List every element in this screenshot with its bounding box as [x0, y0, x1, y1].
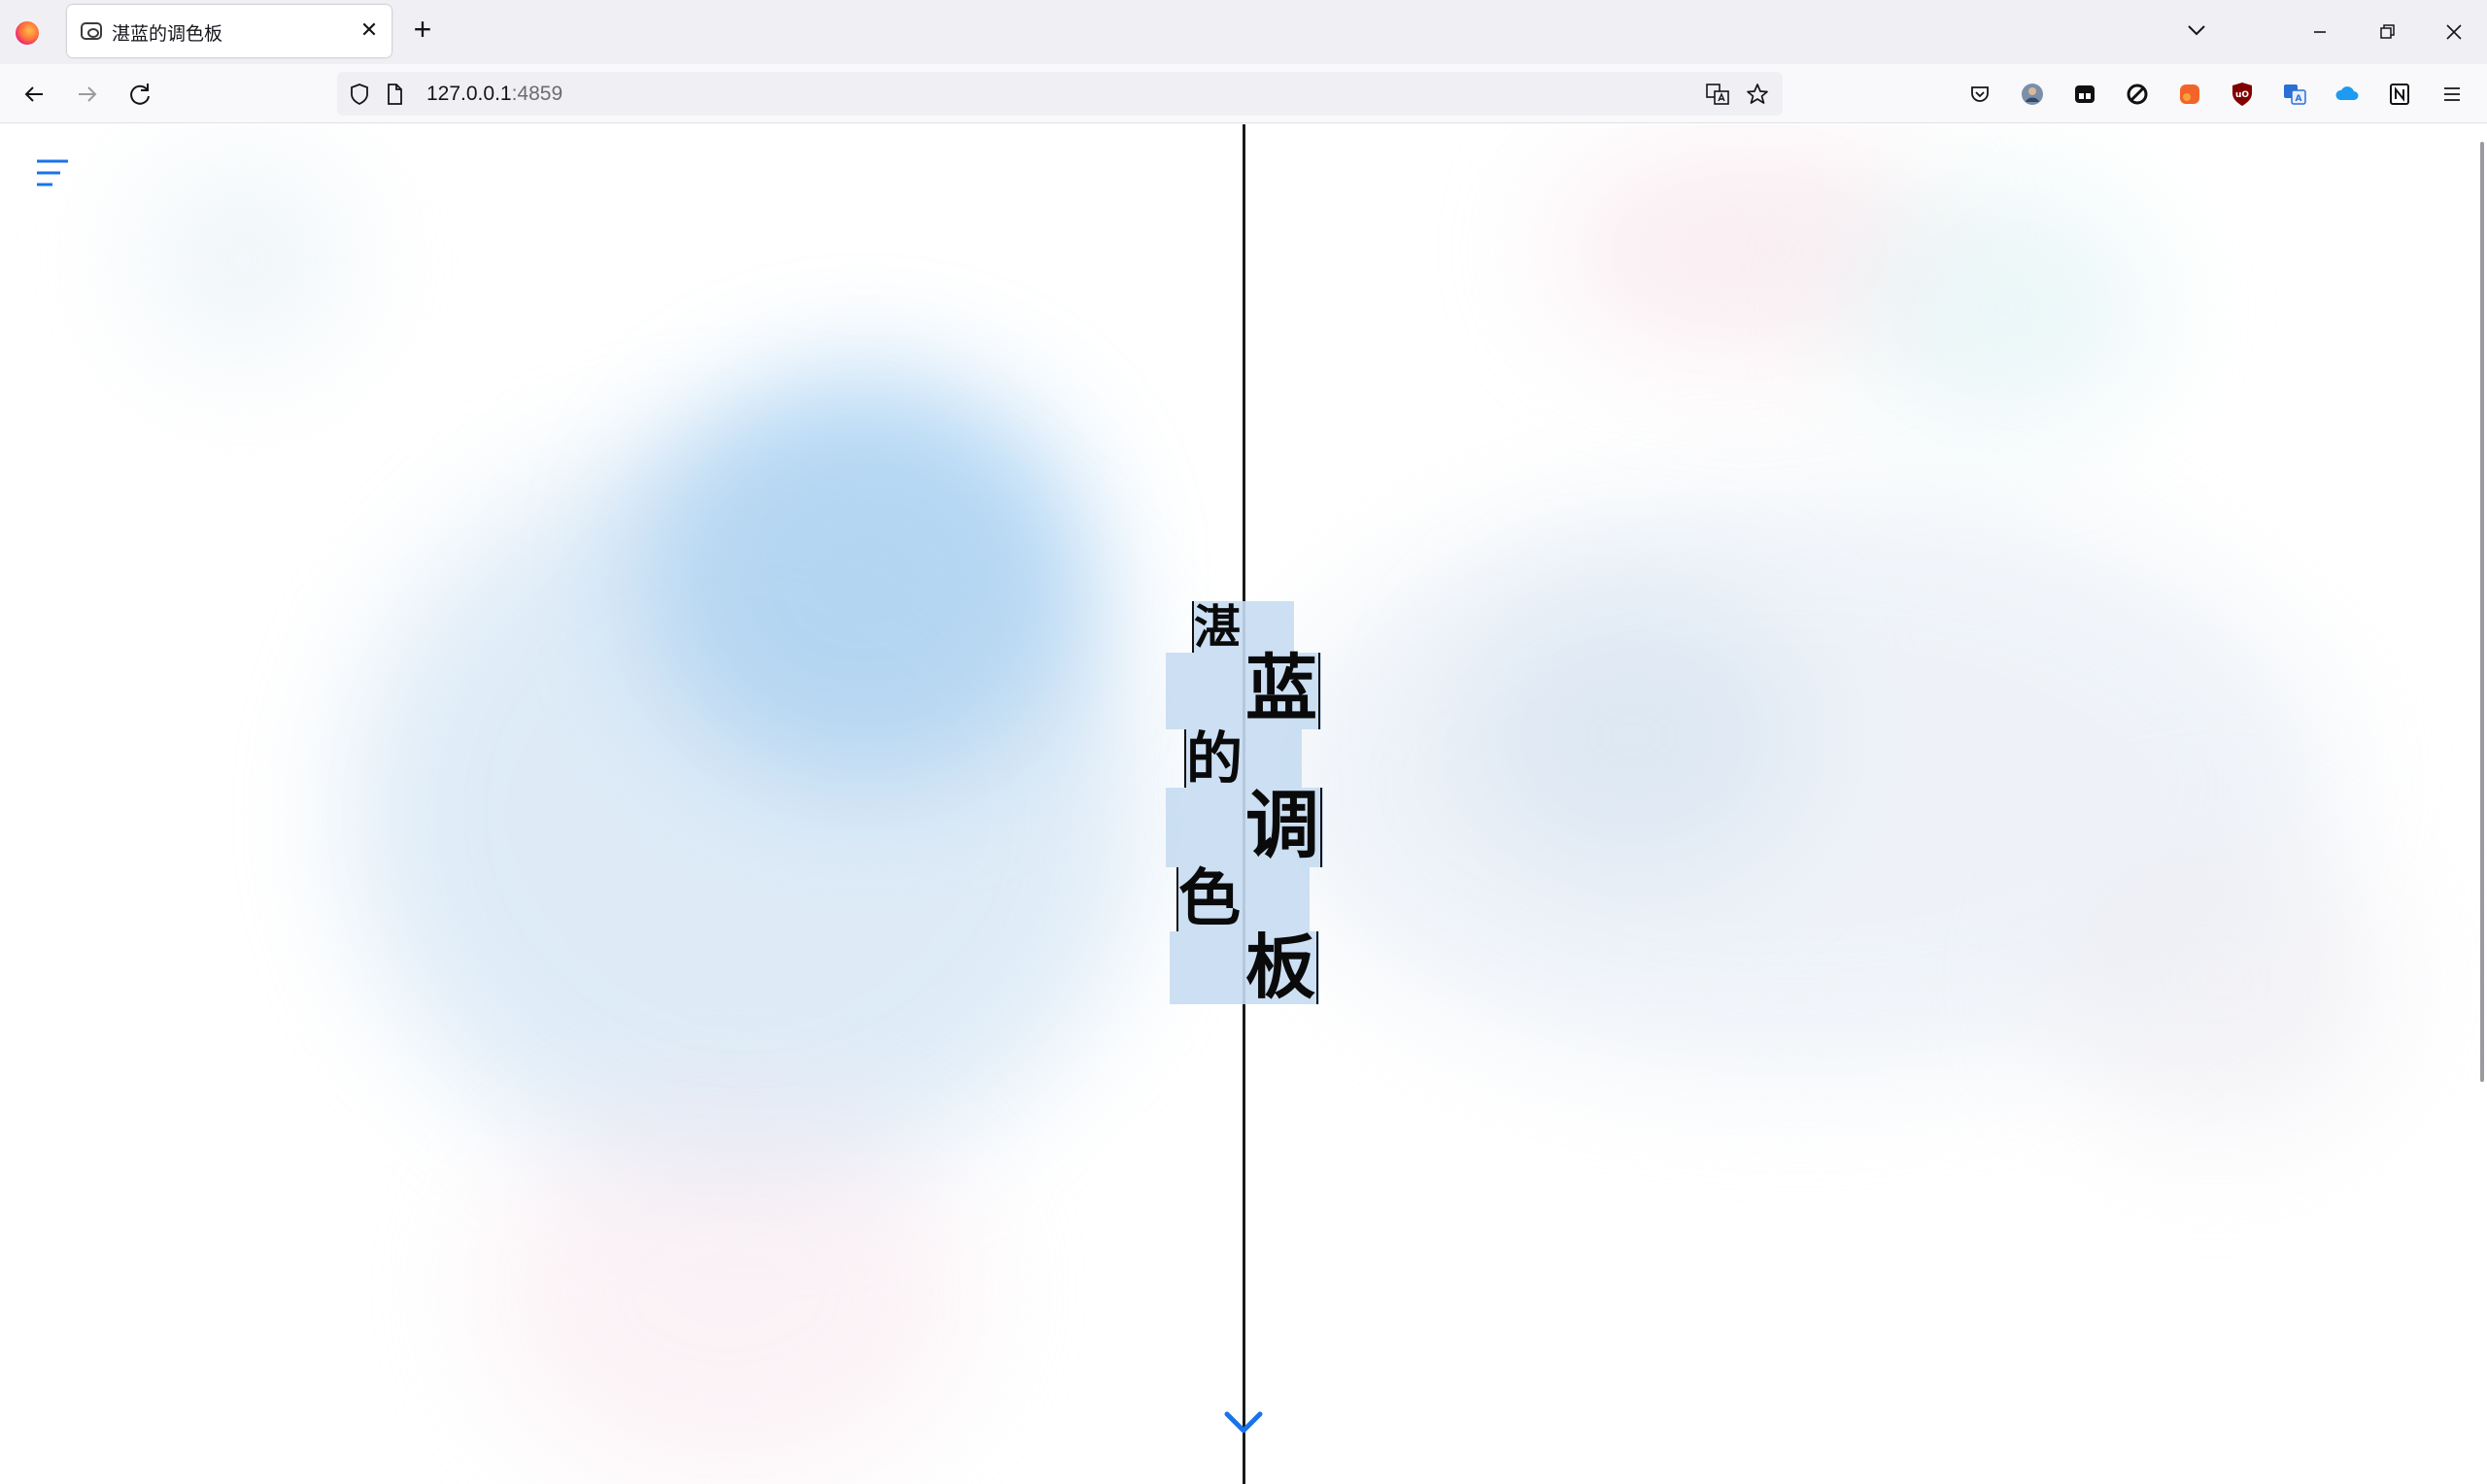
page-viewport: 湛 蓝 的 调 色 板: [0, 124, 2487, 1484]
restore-icon[interactable]: [2370, 16, 2403, 49]
url-text[interactable]: 127.0.0.1:4859: [426, 83, 562, 106]
title-caret: [1320, 788, 1322, 867]
page-title: 湛 蓝 的 调 色 板: [0, 124, 2487, 1484]
title-char-6: 板: [1245, 926, 1316, 1008]
title-char-5: 色: [1178, 862, 1241, 935]
cloud-icon[interactable]: [2333, 80, 2362, 109]
ublock-origin-icon[interactable]: uO: [2228, 80, 2257, 109]
toolbox-extension-icon[interactable]: [2070, 80, 2099, 109]
tab-list-chevron-icon[interactable]: [2184, 17, 2209, 43]
notion-icon[interactable]: [2385, 80, 2414, 109]
scrollbar-thumb[interactable]: [2480, 142, 2484, 1082]
hamburger-menu-icon[interactable]: [2437, 80, 2467, 109]
svg-text:uO: uO: [2235, 90, 2249, 100]
minimize-icon[interactable]: [2303, 16, 2336, 49]
block-icon[interactable]: [2123, 80, 2152, 109]
back-arrow-icon[interactable]: [17, 78, 51, 111]
new-tab-button[interactable]: +: [406, 14, 439, 47]
title-caret: [1318, 653, 1320, 729]
close-tab-icon[interactable]: ✕: [357, 17, 382, 43]
title-char-1: 湛: [1194, 600, 1242, 655]
scrollbar[interactable]: [2473, 124, 2487, 1484]
forward-arrow-icon[interactable]: [71, 78, 104, 111]
navigation-bar: 127.0.0.1:4859 uO A: [0, 64, 2487, 123]
address-bar[interactable]: 127.0.0.1:4859: [337, 72, 1783, 116]
chevron-down-icon[interactable]: [1223, 1408, 1264, 1437]
title-char-2: 蓝: [1245, 647, 1317, 730]
svg-text:A: A: [2296, 94, 2302, 104]
pocket-icon[interactable]: [1965, 80, 1994, 109]
rss-extension-icon[interactable]: [2175, 80, 2204, 109]
translate-icon[interactable]: [1705, 82, 1730, 107]
close-window-icon[interactable]: [2437, 16, 2470, 49]
browser-tab[interactable]: 湛蓝的调色板 ✕: [67, 5, 392, 57]
tab-favicon-icon: [81, 22, 102, 40]
tab-title: 湛蓝的调色板: [112, 24, 223, 45]
bookmark-star-icon[interactable]: [1745, 82, 1770, 107]
page-icon[interactable]: [382, 82, 407, 107]
title-caret: [1316, 931, 1318, 1004]
avatar-extension-icon[interactable]: [2018, 80, 2047, 109]
title-char-4: 调: [1245, 782, 1319, 868]
shield-icon[interactable]: [347, 82, 372, 107]
reload-icon[interactable]: [123, 78, 156, 111]
translate-extension-icon[interactable]: A: [2280, 80, 2309, 109]
firefox-logo-icon: [16, 21, 39, 45]
title-char-3: 的: [1186, 725, 1244, 792]
tab-bar: 湛蓝的调色板 ✕ +: [0, 0, 2487, 64]
